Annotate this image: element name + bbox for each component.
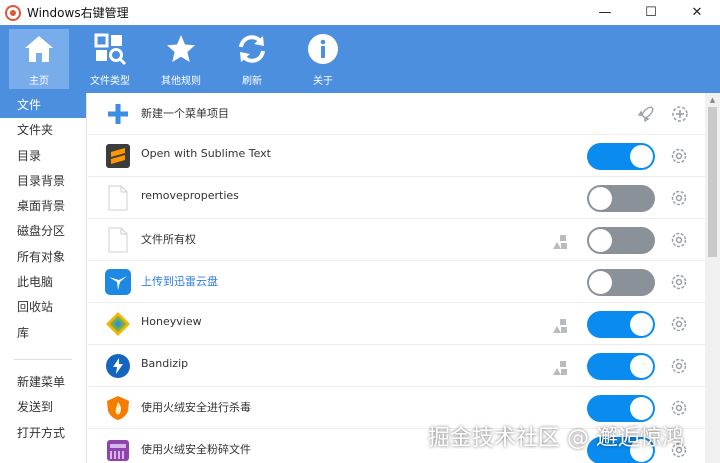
enable-toggle[interactable] bbox=[587, 311, 655, 338]
gear-icon[interactable] bbox=[670, 147, 688, 165]
list-item[interactable]: Bandizip bbox=[88, 345, 705, 387]
sidebar-item-file[interactable]: 文件 bbox=[0, 93, 86, 119]
gear-icon[interactable] bbox=[670, 273, 688, 291]
menu-item-label: 使用火绒安全粉碎文件 bbox=[141, 443, 251, 456]
sidebar-item-directory[interactable]: 目录 bbox=[0, 144, 86, 169]
toggle-knob bbox=[630, 397, 653, 420]
tab-about[interactable]: 关于 bbox=[293, 29, 353, 89]
list-item[interactable]: removeproperties bbox=[88, 177, 705, 219]
sidebar-item-this-pc[interactable]: 此电脑 bbox=[0, 270, 86, 295]
tab-about-label: 关于 bbox=[313, 76, 333, 87]
title-bar: Windows右键管理 — ☐ ✕ bbox=[0, 0, 720, 25]
permission-icon bbox=[553, 319, 567, 333]
close-button[interactable]: ✕ bbox=[674, 0, 720, 25]
menu-item-label: 上传到迅雷云盘 bbox=[141, 275, 218, 288]
tab-refresh-label: 刷新 bbox=[242, 76, 262, 87]
sidebar-item-open-with[interactable]: 打开方式 bbox=[0, 421, 86, 446]
thunder-cloud-icon bbox=[104, 268, 132, 296]
list-item[interactable]: 文件所有权 bbox=[88, 219, 705, 261]
toggle-knob bbox=[589, 187, 612, 210]
menu-item-label: Honeyview bbox=[141, 315, 202, 328]
star-icon bbox=[167, 35, 195, 62]
file-type-icon bbox=[94, 33, 127, 66]
sidebar-item-folder[interactable]: 文件夹 bbox=[0, 118, 86, 143]
enable-toggle[interactable] bbox=[587, 185, 655, 212]
gear-icon[interactable] bbox=[670, 231, 688, 249]
list-item[interactable]: 上传到迅雷云盘 bbox=[88, 261, 705, 303]
sidebar-item-drive[interactable]: 磁盘分区 bbox=[0, 219, 86, 244]
huorong-icon bbox=[104, 394, 132, 422]
huorong-shred-icon bbox=[104, 436, 132, 463]
refresh-icon bbox=[239, 35, 265, 63]
menu-item-label: Bandizip bbox=[141, 357, 189, 370]
toggle-knob bbox=[630, 145, 653, 168]
info-icon bbox=[308, 34, 338, 64]
enable-toggle[interactable] bbox=[587, 269, 655, 296]
tab-file-types[interactable]: 文件类型 bbox=[80, 29, 140, 89]
sidebar-divider bbox=[14, 358, 72, 360]
honeyview-icon bbox=[104, 310, 132, 338]
sidebar-item-send-to[interactable]: 发送到 bbox=[0, 395, 86, 420]
sublime-icon bbox=[104, 142, 132, 170]
main-toolbar: 主页 文件类型 其他规则 刷新 关于 bbox=[0, 25, 720, 93]
vertical-scrollbar[interactable]: ▲ bbox=[705, 93, 720, 463]
tab-refresh[interactable]: 刷新 bbox=[222, 29, 282, 89]
home-icon bbox=[25, 36, 53, 62]
sidebar-item-all-objects[interactable]: 所有对象 bbox=[0, 245, 86, 270]
gear-icon[interactable] bbox=[670, 315, 688, 333]
enable-toggle[interactable] bbox=[587, 395, 655, 422]
toggle-knob bbox=[630, 355, 653, 378]
sidebar-item-new-menu[interactable]: 新建菜单 bbox=[0, 370, 86, 395]
menu-item-label: Open with Sublime Text bbox=[141, 147, 271, 160]
enable-toggle[interactable] bbox=[587, 227, 655, 254]
menu-item-label: removeproperties bbox=[141, 189, 239, 202]
list-item[interactable]: Honeyview bbox=[88, 303, 705, 345]
tab-file-types-label: 文件类型 bbox=[90, 76, 130, 87]
sidebar-item-desktop-background[interactable]: 桌面背景 bbox=[0, 194, 86, 219]
tab-other-rules-label: 其他规则 bbox=[161, 76, 201, 87]
bandizip-icon bbox=[104, 352, 132, 380]
menu-item-label: 使用火绒安全进行杀毒 bbox=[141, 401, 251, 414]
window-title: Windows右键管理 bbox=[27, 6, 129, 20]
toggle-knob bbox=[589, 229, 612, 252]
gear-icon[interactable] bbox=[670, 399, 688, 417]
permission-icon bbox=[553, 361, 567, 375]
minimize-button[interactable]: — bbox=[582, 0, 628, 25]
blank-file-icon bbox=[104, 184, 132, 212]
sidebar-item-directory-background[interactable]: 目录背景 bbox=[0, 169, 86, 194]
sidebar-item-library[interactable]: 库 bbox=[0, 321, 86, 346]
toggle-knob bbox=[630, 313, 653, 336]
scroll-thumb[interactable] bbox=[708, 107, 717, 257]
maximize-button[interactable]: ☐ bbox=[628, 0, 674, 25]
tab-other-rules[interactable]: 其他规则 bbox=[151, 29, 211, 89]
list-item[interactable]: Open with Sublime Text bbox=[88, 135, 705, 177]
app-icon bbox=[5, 4, 21, 21]
tab-home-label: 主页 bbox=[29, 76, 49, 87]
gear-icon[interactable] bbox=[670, 189, 688, 207]
enable-toggle[interactable] bbox=[587, 143, 655, 170]
plus-icon bbox=[104, 100, 132, 128]
scroll-up-icon[interactable]: ▲ bbox=[705, 93, 720, 107]
sidebar-item-recycle-bin[interactable]: 回收站 bbox=[0, 295, 86, 320]
rocket-icon[interactable] bbox=[636, 104, 656, 124]
new-item-row[interactable]: 新建一个菜单项目 bbox=[88, 93, 705, 135]
toggle-knob bbox=[589, 271, 612, 294]
menu-item-label: 文件所有权 bbox=[141, 233, 196, 246]
tab-home[interactable]: 主页 bbox=[9, 29, 69, 89]
permission-icon bbox=[553, 235, 567, 249]
gear-icon[interactable] bbox=[670, 357, 688, 375]
new-item-label: 新建一个菜单项目 bbox=[141, 107, 229, 120]
enable-toggle[interactable] bbox=[587, 353, 655, 380]
blank-file-icon bbox=[104, 226, 132, 254]
window-controls: — ☐ ✕ bbox=[582, 0, 720, 25]
menu-item-list: 新建一个菜单项目 Open with Sublime Text removepr… bbox=[88, 93, 705, 463]
add-settings-icon[interactable] bbox=[670, 104, 690, 124]
sidebar: 文件 文件夹 目录 目录背景 桌面背景 磁盘分区 所有对象 此电脑 回收站 库 … bbox=[0, 93, 87, 463]
watermark: 掘金技术社区 @ 邂逅惊鸿 bbox=[428, 426, 684, 451]
